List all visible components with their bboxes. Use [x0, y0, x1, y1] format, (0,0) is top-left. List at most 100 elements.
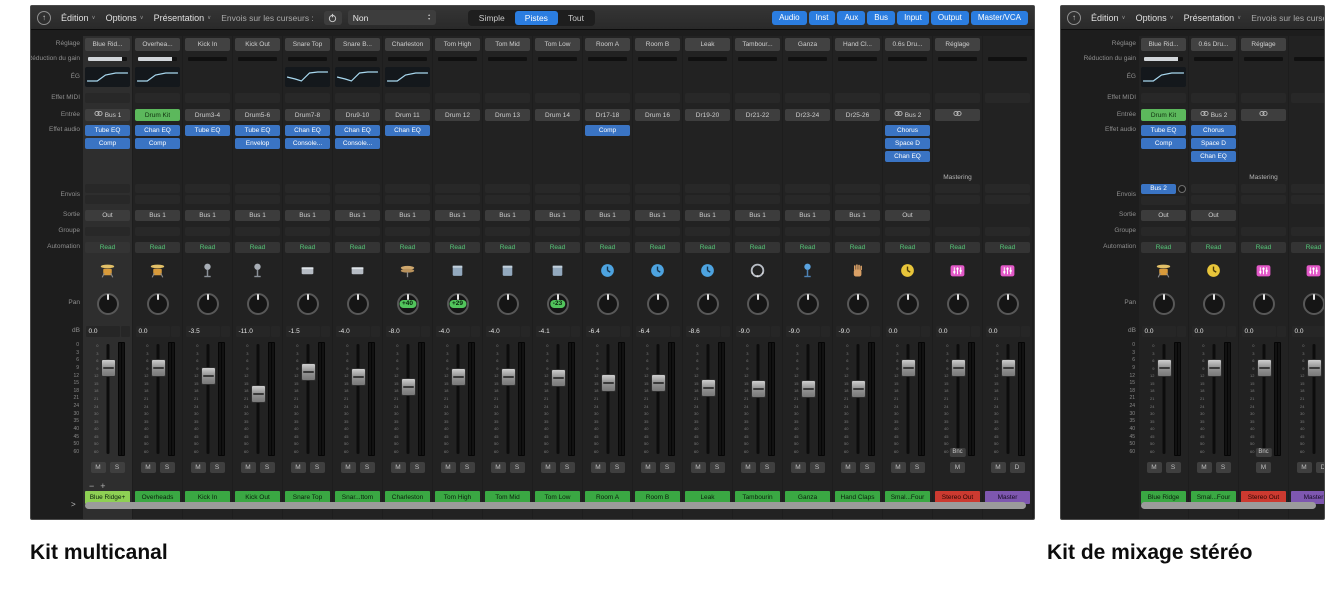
- mute-button[interactable]: M: [991, 462, 1006, 473]
- setting-button[interactable]: Blue Rid...: [1141, 38, 1186, 51]
- send-slot-empty[interactable]: [985, 184, 1030, 193]
- sliders-icon[interactable]: [999, 262, 1016, 279]
- setting-button[interactable]: Room A: [585, 38, 630, 51]
- output-slot[interactable]: Bus 1: [185, 210, 230, 221]
- automation-mode-button[interactable]: Read: [635, 242, 680, 253]
- midi-fx-slot[interactable]: [835, 93, 880, 103]
- midi-fx-slot[interactable]: [385, 93, 430, 103]
- group-slot[interactable]: [1141, 227, 1186, 236]
- midi-fx-slot[interactable]: [135, 93, 180, 103]
- fader-handle[interactable]: [551, 369, 566, 387]
- solo-button[interactable]: S: [110, 462, 125, 473]
- output-slot[interactable]: Bus 1: [435, 210, 480, 221]
- midi-fx-slot[interactable]: [1141, 93, 1186, 103]
- mute-button[interactable]: M: [1297, 462, 1312, 473]
- automation-mode-button[interactable]: Read: [735, 242, 780, 253]
- send-slot-empty[interactable]: [485, 195, 530, 204]
- group-slot[interactable]: [185, 227, 230, 236]
- send-slot-empty[interactable]: [735, 184, 780, 193]
- midi-fx-slot[interactable]: [485, 93, 530, 103]
- input-slot[interactable]: Drum 16: [635, 109, 680, 121]
- fader-track[interactable]: [801, 342, 816, 456]
- output-slot[interactable]: Bus 1: [785, 210, 830, 221]
- fader-handle[interactable]: [1307, 359, 1322, 377]
- send-slot-empty[interactable]: [685, 195, 730, 204]
- audio-fx-slot-comp[interactable]: Comp: [1141, 138, 1186, 149]
- solo-button[interactable]: S: [910, 462, 925, 473]
- solo-button[interactable]: S: [1216, 462, 1231, 473]
- output-slot[interactable]: Bus 1: [535, 210, 580, 221]
- send-slot-empty[interactable]: [1191, 195, 1236, 204]
- send-slot-empty[interactable]: [935, 195, 980, 204]
- mute-button[interactable]: M: [541, 462, 556, 473]
- send-slot-empty[interactable]: [935, 184, 980, 193]
- input-slot[interactable]: Dr17-18: [585, 109, 630, 121]
- send-slot-empty[interactable]: [1141, 196, 1186, 205]
- solo-button[interactable]: S: [210, 462, 225, 473]
- mute-button[interactable]: M: [591, 462, 606, 473]
- output-slot[interactable]: Bus 1: [685, 210, 730, 221]
- fader-track[interactable]: [1307, 342, 1322, 456]
- fader-handle[interactable]: [801, 380, 816, 398]
- solo-button[interactable]: S: [710, 462, 725, 473]
- output-slot[interactable]: Bus 1: [735, 210, 780, 221]
- pan-knob[interactable]: [97, 293, 119, 315]
- group-slot[interactable]: [1291, 227, 1324, 236]
- group-slot[interactable]: [285, 227, 330, 236]
- setting-button[interactable]: Tom Mid: [485, 38, 530, 51]
- send-slot-empty[interactable]: [135, 184, 180, 193]
- send-slot-empty[interactable]: [835, 195, 880, 204]
- fader-track[interactable]: [1157, 342, 1172, 456]
- solo-button[interactable]: S: [460, 462, 475, 473]
- send-slot-empty[interactable]: [235, 195, 280, 204]
- audio-fx-slot-chorus[interactable]: Chorus: [885, 125, 930, 136]
- pan-knob[interactable]: [197, 293, 219, 315]
- send-slot-empty[interactable]: [985, 195, 1030, 204]
- setting-button[interactable]: Snare B...: [335, 38, 380, 51]
- hand-icon[interactable]: [849, 262, 866, 279]
- group-slot[interactable]: [135, 227, 180, 236]
- output-slot[interactable]: Bus 1: [335, 210, 380, 221]
- pan-knob[interactable]: [847, 293, 869, 315]
- send-slot-empty[interactable]: [635, 184, 680, 193]
- share-up-icon[interactable]: ↑: [1067, 11, 1081, 25]
- fader-handle[interactable]: [451, 368, 466, 386]
- midi-fx-slot[interactable]: [1241, 93, 1286, 103]
- solo-button[interactable]: S: [660, 462, 675, 473]
- audio-fx-slot-chorus[interactable]: Chorus: [1191, 125, 1236, 136]
- input-slot[interactable]: Bus 1: [85, 109, 130, 121]
- mute-button[interactable]: M: [291, 462, 306, 473]
- output-slot[interactable]: Out: [885, 210, 930, 221]
- solo-button[interactable]: S: [310, 462, 325, 473]
- volume-db-field[interactable]: -11.0: [236, 326, 280, 337]
- output-slot[interactable]: Bus 1: [135, 210, 180, 221]
- fader-handle[interactable]: [701, 379, 716, 397]
- mute-button[interactable]: M: [491, 462, 506, 473]
- fader-track[interactable]: [501, 342, 516, 456]
- audio-fx-slot-chan-eq[interactable]: Chan EQ: [285, 125, 330, 136]
- filter-master-vca[interactable]: Master/VCA: [971, 11, 1028, 25]
- audio-fx-slot-comp[interactable]: Comp: [85, 138, 130, 149]
- midi-fx-slot[interactable]: [335, 93, 380, 103]
- group-slot[interactable]: [735, 227, 780, 236]
- drumkit-icon[interactable]: [149, 262, 166, 279]
- volume-db-field[interactable]: -9.0: [736, 326, 780, 337]
- output-slot[interactable]: Out: [1141, 210, 1186, 221]
- fader-handle[interactable]: [851, 380, 866, 398]
- audio-fx-slot-tube-eq[interactable]: Tube EQ: [1141, 125, 1186, 136]
- send-slot-empty[interactable]: [1291, 195, 1324, 204]
- mute-button[interactable]: M: [91, 462, 106, 473]
- send-slot-empty[interactable]: [885, 195, 930, 204]
- fader-track[interactable]: [1207, 342, 1222, 456]
- fader-track[interactable]: [451, 342, 466, 456]
- fader-handle[interactable]: [651, 374, 666, 392]
- setting-button[interactable]: 0.6s Dru...: [1191, 38, 1236, 51]
- pan-knob[interactable]: [997, 293, 1019, 315]
- volume-db-field[interactable]: 0.0: [886, 326, 930, 337]
- group-slot[interactable]: [685, 227, 730, 236]
- mute-button[interactable]: M: [441, 462, 456, 473]
- send-slot-empty[interactable]: [435, 195, 480, 204]
- send-slot-empty[interactable]: [785, 195, 830, 204]
- solo-button[interactable]: S: [510, 462, 525, 473]
- filter-input[interactable]: Input: [897, 11, 929, 25]
